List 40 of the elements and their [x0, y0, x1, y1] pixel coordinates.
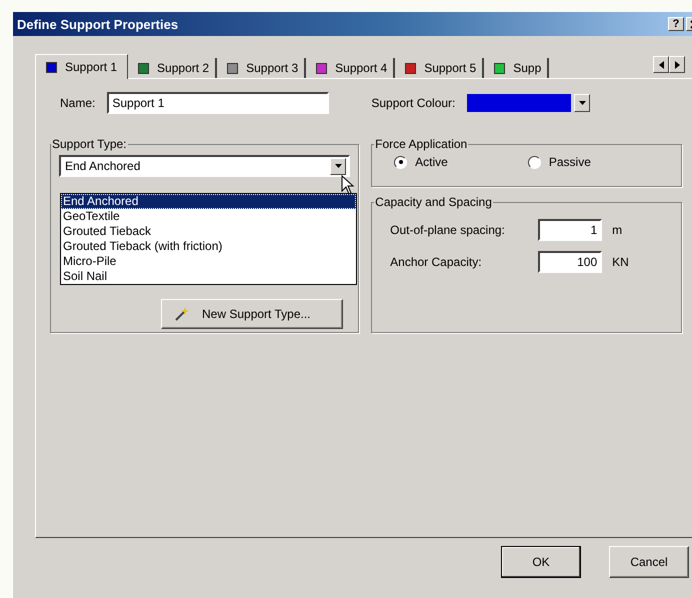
dropdown-option[interactable]: Grouted Tieback — [61, 224, 356, 239]
tab[interactable]: Support 5 — [395, 58, 484, 78]
scroll-left-button[interactable] — [653, 56, 669, 73]
new-support-type-button[interactable]: New Support Type... — [161, 299, 343, 329]
group-title: Force Application — [374, 137, 468, 151]
support-type-dropdown[interactable]: End Anchored — [59, 155, 350, 177]
radio-option[interactable]: Passive — [528, 155, 591, 169]
number-field[interactable]: 100 — [538, 251, 602, 273]
help-button[interactable]: ? — [668, 17, 684, 31]
dropdown-option[interactable]: Grouted Tieback (with friction) — [61, 239, 356, 254]
field-label: Anchor Capacity: — [390, 255, 483, 269]
support-colour-label: Support Colour: — [371, 96, 456, 110]
colour-dropdown[interactable] — [467, 93, 590, 113]
dropdown-option[interactable]: Micro-Pile — [61, 254, 356, 269]
group-title: Capacity and Spacing — [374, 195, 493, 209]
scroll-right-button[interactable] — [669, 56, 685, 73]
dialog-button[interactable]: OK — [501, 546, 581, 578]
unit-label: m — [612, 223, 622, 237]
dialog-button[interactable]: Cancel — [609, 546, 689, 578]
field-label: Out-of-plane spacing: — [390, 223, 506, 237]
radio-option[interactable]: Active — [394, 155, 448, 169]
tab[interactable]: Support 3 — [217, 58, 306, 78]
group-title: Support Type: — [51, 137, 128, 151]
dropdown-option[interactable]: End Anchored — [61, 194, 356, 209]
caret-icon — [578, 101, 586, 105]
tab[interactable]: Support 2 — [128, 58, 218, 78]
right-arrow-icon — [674, 60, 680, 68]
left-arrow-icon — [658, 60, 664, 68]
name-field[interactable]: Support 1 — [107, 92, 330, 114]
number-field[interactable]: 1 — [538, 219, 602, 241]
unit-label: KN — [612, 255, 629, 269]
tab[interactable]: Support 1 — [35, 54, 128, 79]
caret-icon — [334, 164, 342, 168]
window-title: Define Support Properties — [17, 16, 180, 32]
tab[interactable]: Supp — [484, 58, 550, 78]
dropdown-option[interactable]: Soil Nail — [61, 269, 356, 284]
magic-wand-icon — [174, 306, 190, 322]
tab[interactable]: Support 4 — [306, 58, 396, 78]
name-label: Name: — [60, 96, 96, 110]
dropdown-option[interactable]: GeoTextile — [61, 209, 356, 224]
